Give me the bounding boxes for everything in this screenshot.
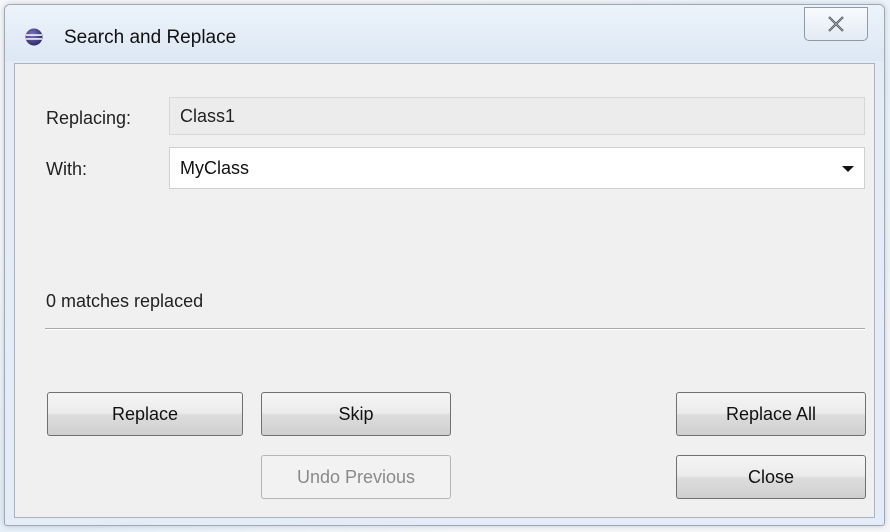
close-button[interactable]: Close: [676, 455, 866, 499]
skip-button[interactable]: Skip: [261, 392, 451, 436]
chevron-down-icon[interactable]: [840, 161, 856, 177]
replace-all-button[interactable]: Replace All: [676, 392, 866, 436]
with-value: MyClass: [180, 158, 250, 178]
window-title: Search and Replace: [64, 27, 237, 48]
replacing-label: Replacing:: [46, 108, 132, 128]
separator: [45, 328, 865, 330]
search-replace-dialog: Search and Replace Replacing: Class1 Wit…: [4, 4, 885, 526]
window-close-button[interactable]: [804, 7, 868, 41]
title-bar[interactable]: Search and Replace: [5, 5, 884, 61]
dialog-content: Replacing: Class1 With: MyClass 0 matche…: [14, 63, 875, 518]
close-x-icon: [828, 16, 844, 32]
status-text: 0 matches replaced: [46, 291, 204, 311]
replacing-field: Class1: [169, 97, 865, 135]
with-label: With:: [46, 159, 88, 179]
with-combobox[interactable]: MyClass: [169, 147, 865, 189]
replace-button[interactable]: Replace: [47, 392, 243, 436]
undo-previous-button[interactable]: Undo Previous: [261, 455, 451, 499]
eclipse-icon: [25, 28, 43, 46]
